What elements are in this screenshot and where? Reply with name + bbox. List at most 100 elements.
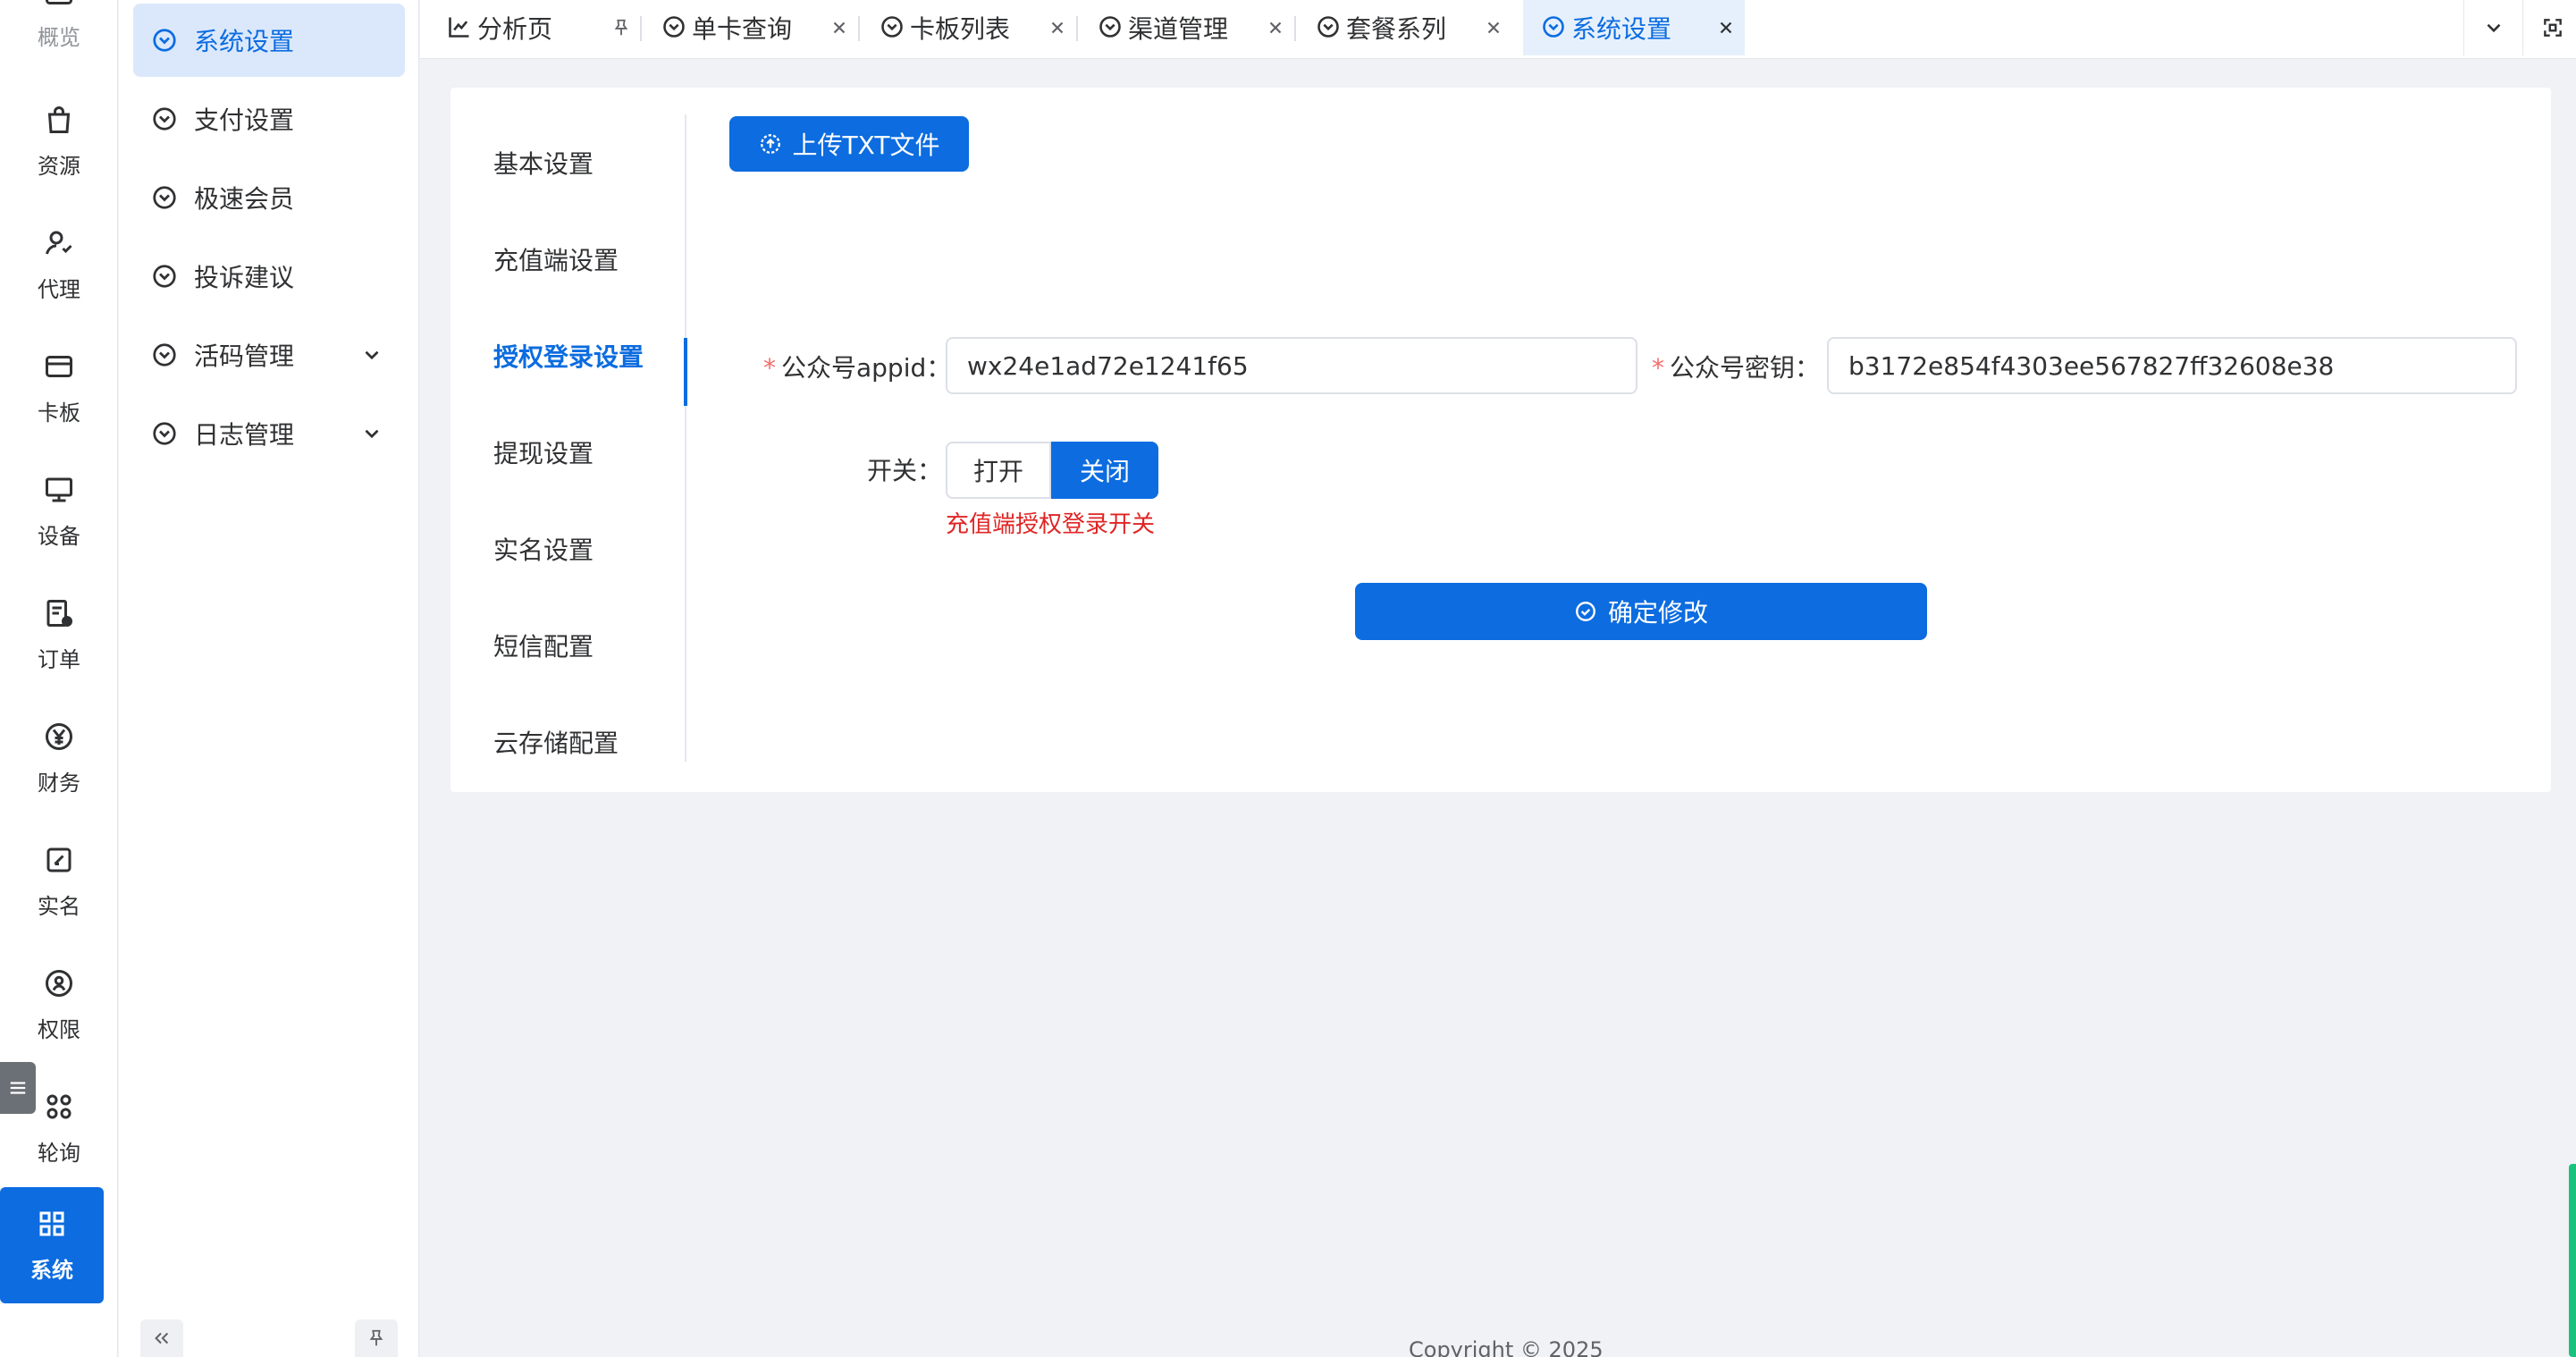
settings-nav-withdraw[interactable]: 提现设置 bbox=[450, 404, 686, 501]
switch-off-option[interactable]: 关闭 bbox=[1051, 442, 1158, 499]
rail-label: 权限 bbox=[38, 1016, 80, 1042]
pin-menu-button[interactable] bbox=[355, 1319, 398, 1357]
settings-nav-realname[interactable]: 实名设置 bbox=[450, 501, 686, 597]
tab-label: 套餐系列 bbox=[1346, 14, 1447, 44]
close-icon[interactable] bbox=[829, 18, 849, 38]
submenu-item-label: 极速会员 bbox=[194, 184, 295, 214]
settings-nav-recharge[interactable]: 充值端设置 bbox=[450, 211, 686, 308]
circle-chevron-down-icon bbox=[1543, 16, 1564, 38]
monitor-icon bbox=[46, 477, 72, 502]
secret-input[interactable] bbox=[1827, 337, 2517, 394]
circle-chevron-down-icon bbox=[881, 16, 903, 38]
tab-system-settings[interactable]: 系统设置 bbox=[1523, 0, 1745, 55]
tab-channel-management[interactable]: 渠道管理 bbox=[1080, 0, 1296, 55]
secret-label: * 公众号密钥： bbox=[1652, 349, 1820, 384]
tab-label: 单卡查询 bbox=[692, 14, 793, 44]
upload-txt-label: 上传TXT文件 bbox=[792, 131, 940, 160]
switch-label: 开关： bbox=[853, 451, 942, 487]
edit-icon bbox=[46, 847, 72, 872]
rail-item-system[interactable]: 系统 bbox=[0, 1187, 104, 1303]
tab-divider bbox=[858, 16, 860, 41]
rail-item-cardboard[interactable]: 卡板 bbox=[0, 329, 118, 447]
rail-label: 轮询 bbox=[38, 1140, 80, 1166]
appid-label: * 公众号appid： bbox=[763, 349, 951, 384]
fullscreen-button[interactable] bbox=[2522, 0, 2576, 55]
rail-label: 卡板 bbox=[38, 400, 80, 426]
tab-card-list[interactable]: 卡板列表 bbox=[862, 0, 1078, 55]
tabs-bar: 分析页 单卡查询 卡板列表 渠道管理 套餐系列 系统设置 bbox=[420, 0, 2576, 59]
copyright: Copyright © 2025 bbox=[1409, 1337, 1604, 1357]
settings-nav-label: 提现设置 bbox=[493, 439, 594, 468]
rail-item-agent[interactable]: 代理 bbox=[0, 206, 118, 324]
rail-item-realname[interactable]: 实名 bbox=[0, 822, 118, 940]
appid-input[interactable] bbox=[946, 337, 1637, 394]
rail-label: 资源 bbox=[38, 153, 80, 179]
rail-item-orders[interactable]: 订单 bbox=[0, 576, 118, 694]
chevron-down-icon bbox=[365, 429, 379, 439]
confirm-button[interactable]: 确定修改 bbox=[1355, 583, 1927, 640]
submenu-item-label: 系统设置 bbox=[194, 27, 295, 56]
label-colon: ： bbox=[1795, 353, 1821, 383]
settings-nav-cloud-storage[interactable]: 云存储配置 bbox=[450, 694, 686, 790]
rail-label: 系统 bbox=[30, 1257, 73, 1283]
close-icon[interactable] bbox=[1484, 18, 1503, 38]
circle-chevron-down-icon bbox=[153, 265, 176, 288]
rail-item-overview[interactable]: 概览 bbox=[0, 0, 118, 72]
tab-label: 渠道管理 bbox=[1128, 14, 1229, 44]
close-icon[interactable] bbox=[1716, 18, 1736, 38]
circle-chevron-down-icon bbox=[153, 107, 176, 131]
collapse-menu-button[interactable] bbox=[140, 1319, 183, 1357]
rail-item-resources[interactable]: 资源 bbox=[0, 82, 118, 200]
rail-item-devices[interactable]: 设备 bbox=[0, 452, 118, 570]
tab-label: 系统设置 bbox=[1571, 14, 1672, 44]
shield-user-icon bbox=[46, 969, 72, 997]
close-icon[interactable] bbox=[1048, 18, 1067, 38]
switch-off-label: 关闭 bbox=[1079, 457, 1130, 486]
submenu-item-logs[interactable]: 日志管理 bbox=[133, 397, 405, 470]
drawer-toggle-button[interactable] bbox=[0, 1062, 36, 1114]
circle-chevron-down-icon bbox=[663, 16, 685, 38]
tab-analytics[interactable]: 分析页 bbox=[429, 0, 642, 55]
switch-label-text: 开关 bbox=[866, 456, 917, 485]
settings-nav-sms[interactable]: 短信配置 bbox=[450, 597, 686, 694]
rail-item-permissions[interactable]: 权限 bbox=[0, 946, 118, 1064]
submenu-item-label: 活码管理 bbox=[194, 341, 295, 371]
tabs-dropdown-button[interactable] bbox=[2463, 0, 2522, 55]
tab-single-card-query[interactable]: 单卡查询 bbox=[644, 0, 860, 55]
pin-icon[interactable] bbox=[611, 18, 631, 38]
secret-label-text: 公众号密钥 bbox=[1670, 353, 1796, 383]
scrollbar-thumb[interactable] bbox=[2569, 1164, 2576, 1357]
rail-item-finance[interactable]: 财务 bbox=[0, 699, 118, 817]
menu-icon bbox=[10, 1082, 26, 1094]
settings-nav-auth-login[interactable]: 授权登录设置 bbox=[450, 308, 686, 404]
submenu-item-express-member[interactable]: 极速会员 bbox=[133, 161, 405, 234]
submenu-item-label: 支付设置 bbox=[194, 105, 295, 135]
switch-on-label: 打开 bbox=[972, 457, 1023, 486]
chevron-down-icon bbox=[2487, 23, 2500, 33]
submenu-item-label: 投诉建议 bbox=[194, 263, 295, 292]
circle-chevron-down-icon bbox=[153, 29, 176, 52]
submenu-item-payment-settings[interactable]: 支付设置 bbox=[133, 82, 405, 156]
upload-txt-button[interactable]: 上传TXT文件 bbox=[729, 116, 969, 172]
circle-chevron-down-icon bbox=[1317, 16, 1339, 38]
settings-nav-label: 授权登录设置 bbox=[493, 342, 644, 372]
tab-package-series[interactable]: 套餐系列 bbox=[1298, 0, 1512, 55]
upload-icon bbox=[760, 134, 780, 154]
tab-divider bbox=[1294, 16, 1296, 41]
settings-nav-label: 基本设置 bbox=[493, 149, 594, 179]
settings-nav-basic[interactable]: 基本设置 bbox=[450, 114, 686, 211]
required-mark: * bbox=[763, 353, 776, 383]
submenu-item-complaints[interactable]: 投诉建议 bbox=[133, 240, 405, 313]
circle-chevron-down-icon bbox=[153, 422, 176, 445]
submenu-item-system-settings[interactable]: 系统设置 bbox=[133, 4, 405, 77]
switch-on-option[interactable]: 打开 bbox=[946, 442, 1051, 499]
bag-icon bbox=[47, 105, 71, 133]
appid-label-text: 公众号appid bbox=[781, 353, 927, 383]
apps-icon bbox=[39, 1211, 64, 1235]
label-colon: ： bbox=[916, 456, 942, 485]
submenu-item-live-code[interactable]: 活码管理 bbox=[133, 318, 405, 392]
close-icon[interactable] bbox=[1266, 18, 1285, 38]
chevron-down-icon bbox=[365, 350, 379, 360]
check-circle-icon bbox=[1576, 602, 1595, 621]
rail-label: 实名 bbox=[38, 893, 80, 919]
